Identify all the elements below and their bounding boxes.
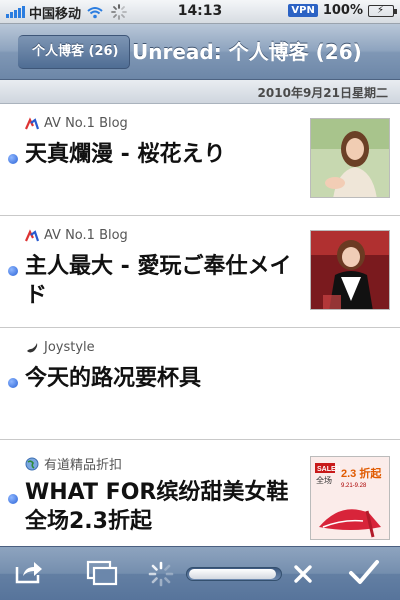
bottom-toolbar [0,546,400,600]
back-button[interactable]: 个人博客 (26) [18,35,130,69]
article-title: WHAT FOR缤纷甜美女鞋 全场2.3折起 [25,480,289,534]
thumb-label-text: 全场 [316,475,332,485]
article-source: AV No.1 Blog [24,116,128,131]
unread-indicator [8,154,18,164]
article-thumbnail [310,118,390,198]
article-row[interactable]: 有道精品折扣 WHAT FOR缤纷甜美女鞋 全场2.3折起 SALE!! 全场 … [0,440,400,546]
article-source: AV No.1 Blog [24,228,128,243]
unread-indicator [8,494,18,504]
article-source: Joystyle [25,340,95,355]
article-source: 有道精品折扣 [25,454,122,473]
battery-percentage: 100% [322,3,363,18]
source-name: AV No.1 Blog [44,228,128,243]
article-list[interactable]: AV No.1 Blog 天真爛漫 - 桜花えり AV No.1 Blog 主人… [0,104,400,546]
joystyle-icon [25,341,39,355]
article-row[interactable]: AV No.1 Blog 天真爛漫 - 桜花えり [0,104,400,216]
source-name: AV No.1 Blog [44,116,128,131]
article-title: 天真爛漫 - 桜花えり [25,142,226,167]
thumb-dates-text: 9.21-9.28 [341,483,367,489]
thumb-discount-text: 2.3 折起 [341,466,382,480]
date-label: 2010年9月21日星期二 [257,86,388,100]
date-section-header: 2010年9月21日星期二 [0,80,400,104]
article-title: 今天的路况要杯具 [25,366,202,391]
battery-icon: ⚡ [368,4,397,17]
status-bar: 中国移动 14:13 VPN 100% ⚡ [0,0,400,24]
checkmark-icon[interactable] [348,559,380,591]
page-title: Unread: 个人博客 (26) [132,40,362,64]
av-logo-icon [24,116,40,131]
av-logo-icon [24,228,40,243]
article-row[interactable]: Joystyle 今天的路况要杯具 [0,328,400,440]
loading-progress-bar [186,567,282,581]
unread-indicator [8,378,18,388]
article-row[interactable]: AV No.1 Blog 主人最大 - 愛玩ご奉仕メイド [0,216,400,328]
article-thumbnail [310,230,390,310]
vpn-badge: VPN [288,4,318,17]
navigation-bar: 个人博客 (26) Unread: 个人博客 (26) [0,24,400,80]
loading-spinner-icon [148,561,174,591]
progress-fill [189,569,276,579]
thumb-brand-text: SALE!! [317,466,340,473]
source-name: Joystyle [44,340,95,355]
windows-icon[interactable] [86,559,118,591]
close-icon[interactable] [292,563,314,589]
unread-indicator [8,266,18,276]
source-name: 有道精品折扣 [44,458,123,473]
globe-icon [25,457,39,471]
article-title: 主人最大 - 愛玩ご奉仕メイド [25,254,292,308]
article-thumbnail: SALE!! 全场 2.3 折起 9.21-9.28 [310,456,390,540]
share-icon[interactable] [14,559,44,589]
